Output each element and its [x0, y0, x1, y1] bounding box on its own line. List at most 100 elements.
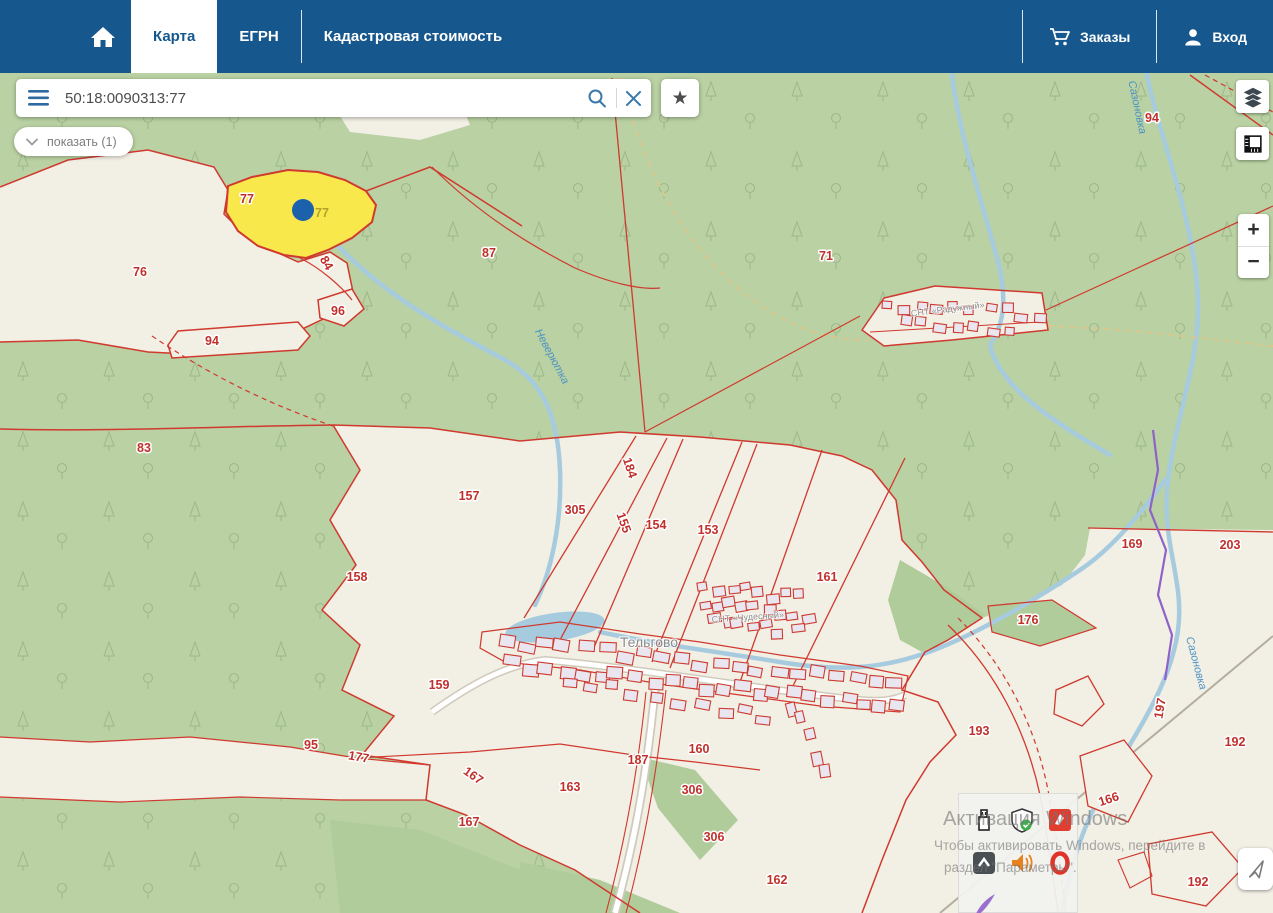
ruler-icon: [1242, 133, 1264, 155]
building-parcel: [781, 588, 791, 597]
building-parcel: [820, 696, 834, 708]
defender-shield-icon[interactable]: [1009, 807, 1035, 833]
parcel-label: 87: [482, 246, 496, 260]
feather-icon[interactable]: [971, 892, 997, 913]
login-button[interactable]: Вход: [1157, 0, 1273, 73]
building-parcel: [729, 586, 741, 594]
parcel-label: 162: [767, 873, 788, 887]
home-icon: [89, 24, 117, 50]
building-parcel: [755, 715, 770, 725]
favorites-button[interactable]: ★: [661, 79, 699, 117]
chevron-down-icon: [26, 138, 38, 146]
building-parcel: [695, 698, 711, 710]
building-parcel: [789, 669, 805, 680]
tab-cadastral-value[interactable]: Кадастровая стоимость: [302, 0, 525, 73]
building-parcel: [600, 642, 617, 652]
building-parcel: [674, 652, 690, 664]
login-label: Вход: [1212, 29, 1247, 45]
parcel-label: 96: [331, 304, 345, 318]
parcel-label: 305: [565, 503, 586, 517]
building-parcel: [748, 622, 760, 631]
menu-icon: [28, 90, 49, 106]
parcel-label: 193: [969, 724, 990, 738]
parcel-label: 160: [689, 742, 710, 756]
building-parcel: [697, 582, 707, 591]
my-location-button[interactable]: [1238, 848, 1273, 890]
parcel-label: 203: [1220, 538, 1241, 552]
building-parcel: [869, 675, 884, 688]
building-parcel: [987, 328, 1000, 337]
orders-label: Заказы: [1080, 29, 1130, 45]
tab-map[interactable]: Карта: [131, 0, 217, 73]
building-parcel: [552, 638, 570, 652]
parcel-label: 76: [133, 265, 147, 279]
building-parcel: [843, 692, 858, 703]
building-parcel: [1003, 303, 1014, 313]
parcel-label: 159: [429, 678, 450, 692]
show-results-button[interactable]: показать (1): [14, 127, 133, 156]
parcel-label: 306: [682, 783, 703, 797]
zoom-out-button[interactable]: −: [1238, 247, 1269, 279]
building-parcel: [766, 594, 780, 605]
menu-button[interactable]: [28, 90, 49, 106]
building-parcel: [670, 699, 686, 711]
search-bar: [16, 79, 651, 117]
topbar-right-group: Заказы Вход: [1022, 0, 1273, 73]
parcel-label: 154: [646, 518, 667, 532]
building-parcel: [786, 612, 798, 621]
layers-icon: [1242, 86, 1264, 108]
parcel-label: 192: [1225, 735, 1246, 749]
home-button[interactable]: [75, 0, 131, 73]
building-parcel: [809, 665, 825, 679]
building-parcel: [499, 634, 516, 648]
search-input[interactable]: [63, 89, 587, 108]
orders-button[interactable]: Заказы: [1023, 0, 1156, 73]
building-parcel: [714, 658, 730, 668]
building-parcel: [933, 323, 947, 333]
parcel-label: 306: [704, 830, 725, 844]
building-parcel: [898, 306, 910, 315]
building-parcel: [732, 661, 748, 673]
layers-button[interactable]: [1236, 80, 1269, 113]
building-parcel: [699, 684, 714, 697]
parcel-label: 163: [560, 780, 581, 794]
app-window: 7677778496948771831571583051841551541531…: [0, 0, 1273, 913]
building-parcel: [953, 323, 963, 333]
building-parcel: [700, 601, 712, 610]
clear-search-button[interactable]: [626, 91, 641, 106]
opera-icon[interactable]: [1047, 850, 1073, 876]
parcel-label: 192: [1188, 875, 1209, 889]
usb-icon[interactable]: [971, 807, 997, 833]
measure-button[interactable]: [1236, 127, 1269, 160]
building-parcel: [606, 666, 622, 679]
search-icon: [587, 88, 607, 108]
red-app-icon[interactable]: [1047, 807, 1073, 833]
parcel-label: 169: [1122, 537, 1143, 551]
building-parcel: [606, 680, 618, 690]
building-parcel: [503, 654, 521, 666]
system-tray-flyout: [958, 793, 1078, 913]
building-parcel: [751, 586, 763, 597]
building-parcel: [691, 660, 708, 672]
topbar-spacer: [0, 0, 75, 73]
cadastral-map[interactable]: 7677778496948771831571583051841551541531…: [0, 0, 1273, 913]
building-parcel: [747, 666, 762, 678]
building-parcel: [828, 670, 844, 681]
volume-icon[interactable]: [1009, 850, 1035, 876]
building-parcel: [563, 678, 577, 688]
building-parcel: [793, 589, 803, 599]
search-button[interactable]: [587, 88, 607, 108]
hidden-icons-arrow-icon[interactable]: [971, 850, 997, 876]
building-parcel: [787, 685, 803, 698]
tab-egrn[interactable]: ЕГРН: [217, 0, 300, 73]
star-icon: ★: [671, 87, 688, 110]
building-parcel: [804, 728, 816, 741]
parcel-label: 153: [698, 523, 719, 537]
zoom-in-button[interactable]: +: [1238, 214, 1269, 246]
top-navigation-bar: Карта ЕГРН Кадастровая стоимость Заказы: [0, 0, 1273, 73]
tab-egrn-label: ЕГРН: [239, 28, 278, 45]
parcel-label: 187: [628, 753, 649, 767]
parcel-marker[interactable]: [292, 199, 314, 221]
tab-cadastral-value-label: Кадастровая стоимость: [324, 28, 503, 45]
building-parcel: [871, 700, 885, 713]
